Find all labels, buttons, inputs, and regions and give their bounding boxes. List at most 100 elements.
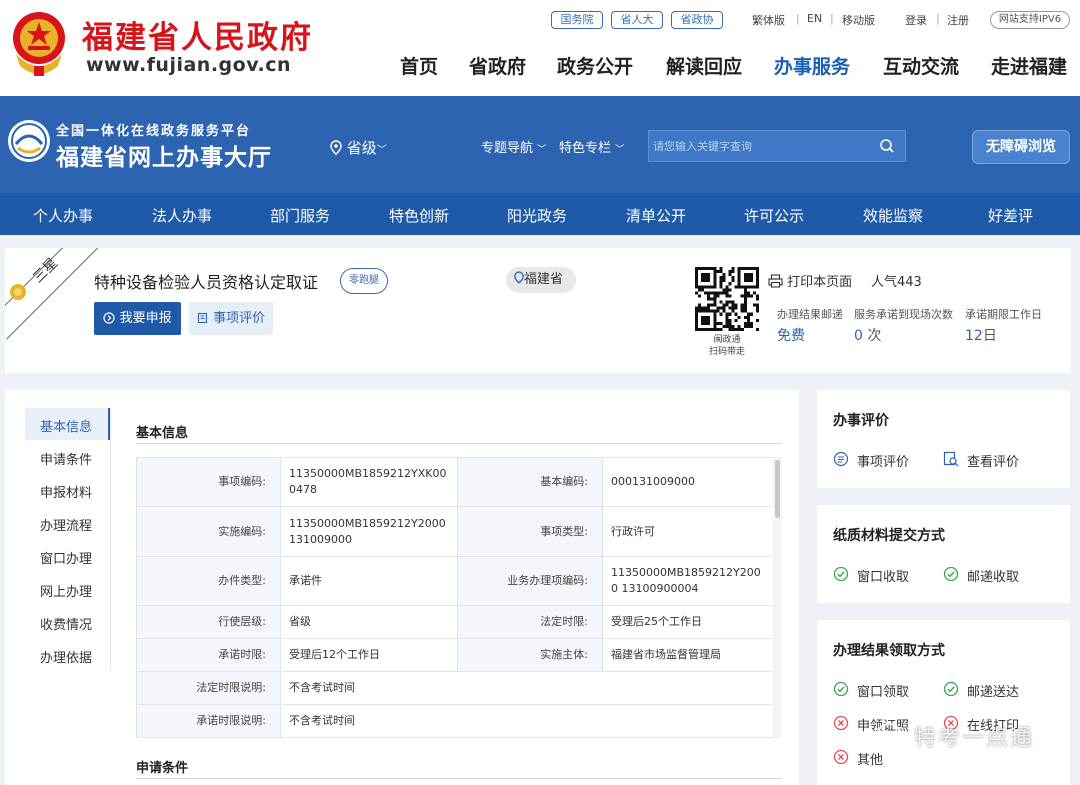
check-circle-icon [833, 681, 849, 697]
nav-interpretation[interactable]: 解读回应 [666, 52, 742, 79]
section-title-basic: 基本信息 [136, 426, 189, 441]
side-basis[interactable]: 办理依据 [40, 647, 92, 666]
evaluate-item-link[interactable]: 事项评价 [857, 451, 909, 470]
nav-open-affairs[interactable]: 政务公开 [557, 52, 633, 79]
side-window[interactable]: 窗口办理 [40, 548, 92, 567]
province-tag: 福建省 [506, 267, 576, 293]
table-cell: 000131009000 [603, 457, 773, 507]
result-mail-label: 邮递送达 [967, 685, 1020, 700]
nav-home[interactable]: 首页 [400, 52, 438, 79]
zero-visit-badge: 零跑腿 [340, 268, 388, 294]
side-conditions[interactable]: 申请条件 [40, 449, 92, 468]
comment-list-icon [833, 451, 849, 467]
link-guowuyuan[interactable]: 国务院 [551, 11, 603, 29]
platform-logo-icon [8, 120, 50, 162]
evaluation-title: 办事评价 [833, 413, 889, 429]
platform-banner: 全国一体化在线政务服务平台 福建省网上办事大厅 省级﹀ 专题导航 ﹀ 特色专栏 … [0, 96, 1080, 193]
printer-icon [768, 274, 783, 288]
evaluate-label: 事项评价 [213, 311, 266, 326]
province-label: 福建省 [524, 272, 564, 287]
search-input[interactable] [653, 137, 873, 155]
link-english[interactable]: EN [807, 12, 822, 25]
table-cell: 承诺件 [281, 557, 458, 606]
chevron-down-icon: ﹀ [537, 145, 547, 155]
search-icon[interactable] [879, 138, 895, 154]
table-cell: 实施编码: [137, 507, 281, 557]
side-process[interactable]: 办理流程 [40, 515, 92, 534]
paper-mail-label: 邮递收取 [967, 570, 1020, 585]
platform-subtitle: 全国一体化在线政务服务平台 [56, 124, 252, 139]
nav-about-fujian[interactable]: 走进福建 [991, 52, 1067, 79]
chevron-down-icon: ﹀ [615, 145, 625, 155]
table-cell: 受理后25个工作日 [603, 606, 773, 639]
stat-label-days: 承诺期限工作日 [965, 308, 1042, 321]
side-basic-info[interactable]: 基本信息 [40, 416, 92, 435]
cross-circle-icon [833, 749, 849, 765]
snav-rating[interactable]: 好差评 [988, 205, 1033, 226]
platform-title[interactable]: 福建省网上办事大厅 [56, 138, 272, 172]
table-cell: 11350000MB1859212Y2000 131009000 [281, 507, 458, 557]
feature-column-dropdown[interactable]: 特色专栏 ﹀ [559, 137, 624, 156]
table-cell: 省级 [281, 606, 458, 639]
region-selector[interactable]: 省级﹀ [330, 137, 387, 158]
topic-nav-dropdown[interactable]: 专题导航 ﹀ [481, 137, 546, 156]
link-mobile[interactable]: 移动版 [842, 12, 875, 28]
region-label: 省级 [346, 139, 377, 157]
snav-department[interactable]: 部门服务 [270, 205, 330, 226]
site-name[interactable]: 福建省人民政府 [82, 12, 313, 57]
qr-caption: 闽政通 扫码带走 [700, 334, 754, 358]
link-shengzhengxie[interactable]: 省政协 [671, 11, 723, 29]
location-pin-icon [514, 271, 524, 284]
ipv6-badge: 网站支持IPV6 [990, 11, 1070, 29]
view-evaluation-link[interactable]: 查看评价 [967, 451, 1019, 470]
table-cell: 11350000MB1859212YXK00 0478 [281, 457, 458, 507]
table-cell: 行政许可 [603, 507, 773, 557]
register-link[interactable]: 注册 [947, 12, 969, 28]
table-cell: 业务办理项编码: [458, 557, 603, 606]
check-circle-icon [943, 681, 959, 697]
accessibility-button[interactable]: 无障碍浏览 [972, 130, 1070, 164]
nav-government[interactable]: 省政府 [469, 52, 526, 79]
table-cell: 事项编码: [137, 457, 281, 507]
snav-corporate[interactable]: 法人办事 [152, 205, 212, 226]
paper-submission-panel [817, 505, 1070, 603]
nav-interaction[interactable]: 互动交流 [883, 52, 959, 79]
snav-transparency[interactable]: 阳光政务 [507, 205, 567, 226]
table-cell: 福建省市场监督管理局 [603, 639, 773, 672]
arrow-circle-icon [103, 312, 116, 324]
print-page-link[interactable]: 打印本页面 [768, 271, 852, 290]
snav-lists[interactable]: 清单公开 [626, 205, 686, 226]
table-cell: 法定时限说明: [137, 672, 281, 705]
item-evaluate-button[interactable]: 事项评价 [189, 302, 273, 335]
feature-column-label: 特色专栏 [559, 141, 612, 156]
snav-personal[interactable]: 个人办事 [33, 205, 93, 226]
national-emblem-icon [13, 12, 65, 76]
topic-nav-label: 专题导航 [481, 141, 534, 156]
table-cell: 法定时限: [458, 606, 603, 639]
side-fees[interactable]: 收费情况 [40, 614, 92, 633]
section-title-conditions: 申请条件 [136, 761, 189, 776]
table-cell: 办件类型: [137, 557, 281, 606]
snav-innovation[interactable]: 特色创新 [389, 205, 449, 226]
stat-label-mail: 办理结果邮递 [777, 308, 843, 321]
table-cell: 行使层级: [137, 606, 281, 639]
link-traditional[interactable]: 繁体版 [752, 12, 785, 28]
table-scroll-thumb[interactable] [775, 460, 780, 518]
login-link[interactable]: 登录 [905, 12, 927, 28]
nav-services[interactable]: 办事服务 [774, 52, 850, 79]
watermark-text: 特考一点通 [914, 726, 1035, 751]
service-nav: 个人办事 法人办事 部门服务 特色创新 阳光政务 清单公开 许可公示 效能监察 … [0, 193, 1080, 235]
chevron-down-icon: ﹀ [376, 145, 387, 156]
popularity-count: 人气443 [871, 275, 922, 290]
snav-permits[interactable]: 许可公示 [744, 205, 804, 226]
apply-button[interactable]: 我要申报 [94, 302, 181, 335]
table-cell: 事项类型: [458, 507, 603, 557]
side-online[interactable]: 网上办理 [40, 581, 92, 600]
table-cell: 受理后12个工作日 [281, 639, 458, 672]
cross-circle-icon [833, 715, 849, 731]
side-materials[interactable]: 申报材料 [40, 482, 92, 501]
link-shengrenda[interactable]: 省人大 [611, 11, 663, 29]
check-circle-icon [833, 566, 849, 582]
snav-supervision[interactable]: 效能监察 [863, 205, 923, 226]
medal-icon [10, 284, 26, 300]
